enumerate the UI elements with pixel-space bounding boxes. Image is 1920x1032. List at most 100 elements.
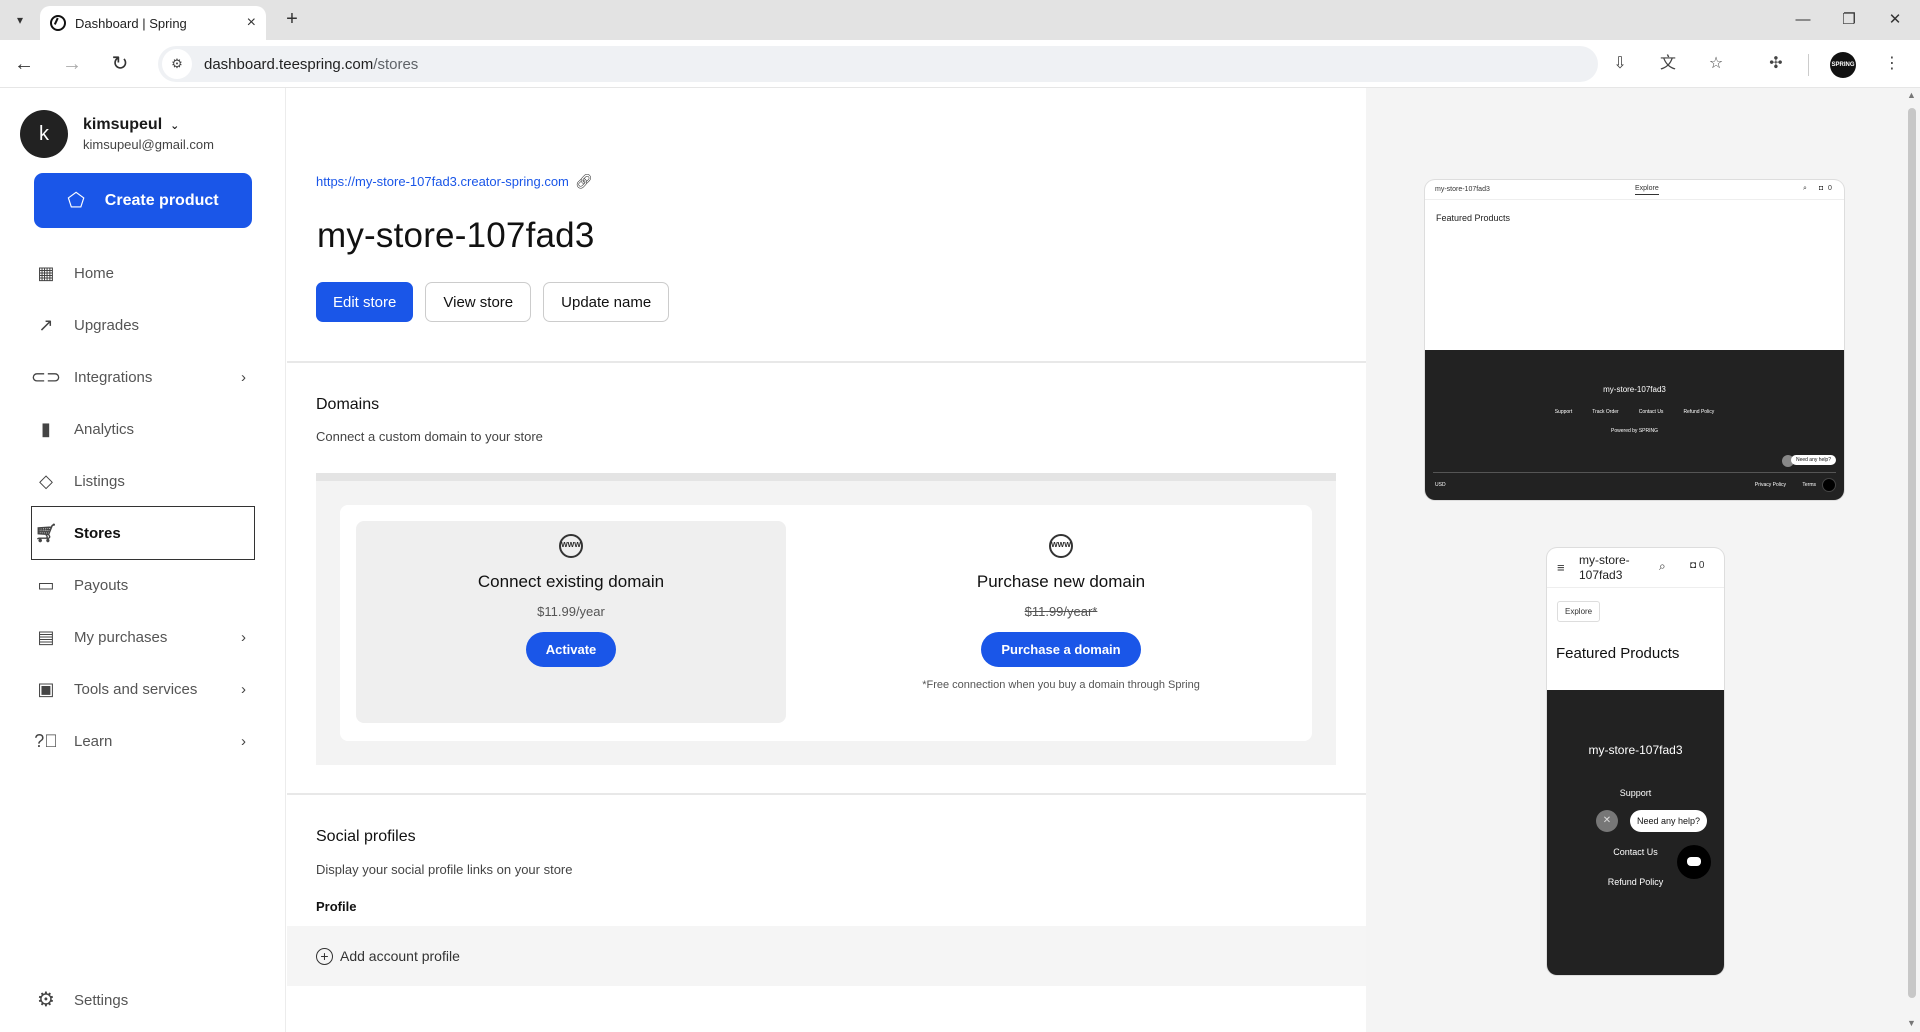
address-bar[interactable]: ⚙ dashboard.teespring.com/stores	[158, 46, 1598, 82]
user-email: kimsupeul@gmail.com	[83, 137, 214, 152]
scroll-down-icon[interactable]: ▼	[1907, 1018, 1916, 1028]
scroll-up-icon[interactable]: ▲	[1907, 90, 1916, 100]
url-path: /stores	[373, 55, 419, 73]
cart-count: 0	[1698, 560, 1705, 571]
restore-icon[interactable]: ❐	[1826, 6, 1872, 34]
social-profiles-title: Social profiles	[316, 828, 416, 845]
tag-icon: ◇	[39, 470, 53, 491]
sidebar: k kimsupeul ⌄ kimsupeul@gmail.com ⬠ Creat…	[0, 88, 286, 1032]
chat-icon	[1677, 845, 1711, 879]
sidebar-item-learn[interactable]: ?⃝ Learn ›	[32, 715, 254, 767]
update-name-button[interactable]: Update name	[543, 282, 670, 322]
browser-profile-avatar[interactable]: SPRING	[1830, 52, 1856, 78]
help-circle-icon: ?⃝	[34, 730, 58, 751]
profile-column-header: Profile	[316, 899, 357, 914]
avatar: k	[20, 110, 68, 158]
briefcase-icon: ▣	[37, 678, 55, 699]
create-product-label: Create product	[104, 191, 219, 209]
sidebar-item-label: Analytics	[74, 420, 135, 438]
chevron-down-icon: ⌄	[170, 119, 180, 132]
page-title: my-store-107fad3	[317, 216, 595, 255]
close-tab-icon[interactable]: ×	[247, 14, 256, 32]
activate-button[interactable]: Activate	[525, 632, 617, 667]
edit-store-button[interactable]: Edit store	[316, 282, 414, 322]
page-scrollbar[interactable]: ▲ ▼	[1904, 88, 1920, 1032]
hamburger-menu-icon: ≡	[1557, 560, 1565, 575]
sidebar-item-analytics[interactable]: ▮ Analytics	[32, 403, 254, 455]
sidebar-item-upgrades[interactable]: ↗ Upgrades	[32, 299, 254, 351]
www-globe-icon: WWW	[559, 534, 583, 558]
link-icon[interactable]: 🔗︎	[575, 173, 593, 190]
forward-icon[interactable]: →	[58, 50, 86, 78]
powered-by-text: Powered by	[1611, 428, 1638, 434]
tab-title: Dashboard | Spring	[75, 15, 187, 31]
mobile-footer-support: Support	[1619, 788, 1652, 798]
scrollbar-thumb[interactable]	[1908, 108, 1916, 998]
preview-footer-link: Contact Us	[1638, 409, 1664, 415]
search-icon: ⌕	[1803, 185, 1807, 192]
close-icon: ✕	[1596, 810, 1618, 832]
account-switcher[interactable]: k kimsupeul ⌄ kimsupeul@gmail.com	[20, 110, 214, 158]
reload-icon[interactable]: ↻	[106, 50, 134, 78]
new-tab-icon[interactable]: +	[280, 8, 304, 32]
preview-footer-link: Support	[1554, 409, 1573, 415]
tab-search-icon[interactable]: ▾	[8, 8, 32, 32]
add-account-profile-button[interactable]: + Add account profile	[287, 926, 1366, 986]
purchase-domain-card: WWW Purchase new domain $11.99/year* Pur…	[846, 521, 1276, 723]
mobile-preview-featured-title: Featured Products	[1556, 645, 1680, 662]
back-icon[interactable]: ←	[10, 50, 38, 78]
store-actions: Edit store View store Update name	[316, 282, 681, 322]
username: kimsupeul ⌄	[83, 116, 214, 134]
store-url-link[interactable]: https://my-store-107fad3.creator-spring.…	[316, 173, 593, 190]
sidebar-item-listings[interactable]: ◇ Listings	[32, 455, 254, 507]
mobile-preview-explore: Explore	[1557, 601, 1601, 622]
add-account-profile-label: Add account profile	[340, 948, 460, 964]
spring-favicon-icon	[50, 15, 66, 31]
chevron-right-icon: ›	[241, 732, 246, 750]
desktop-preview[interactable]: my-store-107fad3 Explore ⌕ ◘ 0 Featured …	[1425, 180, 1844, 500]
preview-currency: USD	[1435, 482, 1446, 488]
domains-options: WWW Connect existing domain $11.99/year …	[340, 505, 1312, 741]
minimize-icon[interactable]: —	[1780, 6, 1826, 34]
sidebar-nav: ▦ Home ↗ Upgrades ⊂⊃ Integrations › ▮ An…	[31, 247, 255, 767]
sidebar-item-my-purchases[interactable]: ▤ My purchases ›	[32, 611, 254, 663]
sidebar-item-label: Listings	[74, 472, 125, 490]
mobile-preview[interactable]: ≡ my-store-107fad3 ⌕ ◘ 0 Explore Feature…	[1547, 548, 1724, 975]
cart-count: 0	[1828, 185, 1832, 192]
preview-footer-store-name: my-store-107fad3	[1603, 385, 1666, 394]
sidebar-item-label: Integrations	[74, 368, 153, 386]
sidebar-item-label: Learn	[74, 732, 113, 750]
sidebar-item-settings[interactable]: ⚙ Settings	[34, 988, 128, 1012]
sidebar-item-tools-and-services[interactable]: ▣ Tools and services ›	[32, 663, 254, 715]
social-profiles-subtitle: Display your social profile links on you…	[316, 862, 573, 877]
bookmark-star-icon[interactable]: ☆	[1704, 52, 1728, 76]
domains-panel: WWW Connect existing domain $11.99/year …	[316, 473, 1336, 765]
bag-icon: ◘	[1819, 185, 1824, 192]
translate-icon[interactable]: 文	[1656, 52, 1680, 76]
browser-menu-icon[interactable]: ⋮	[1880, 52, 1904, 76]
install-app-icon[interactable]: ⇩	[1608, 52, 1632, 76]
chevron-right-icon: ›	[241, 628, 246, 646]
site-info-icon[interactable]: ⚙	[162, 49, 192, 79]
browser-toolbar: ← → ↻ ⚙ dashboard.teespring.com/stores ⇩…	[0, 40, 1920, 88]
sidebar-item-label: Upgrades	[74, 316, 140, 334]
purchase-domain-button[interactable]: Purchase a domain	[981, 632, 1141, 667]
close-window-icon[interactable]: ✕	[1872, 6, 1918, 34]
preview-footer: my-store-107fad3 Support Track Order Con…	[1425, 350, 1844, 500]
create-product-button[interactable]: ⬠ Create product	[34, 173, 252, 228]
sidebar-item-stores[interactable]: 🛒︎ Stores	[31, 506, 255, 560]
browser-tab[interactable]: Dashboard | Spring ×	[40, 6, 266, 40]
sidebar-item-payouts[interactable]: ▭ Payouts	[32, 559, 254, 611]
purchase-domain-note: *Free connection when you buy a domain t…	[922, 679, 1200, 691]
preview-privacy-link: Privacy Policy	[1754, 482, 1786, 488]
extensions-icon[interactable]: ✣	[1764, 52, 1788, 76]
trending-up-icon: ↗	[38, 314, 54, 335]
purchase-domain-price: $11.99/year*	[1024, 604, 1098, 619]
preview-footer-link: Refund Policy	[1683, 409, 1715, 415]
layout-icon: ▦	[37, 262, 55, 283]
store-preview-panel: my-store-107fad3 Explore ⌕ ◘ 0 Featured …	[1366, 88, 1904, 1032]
browser-tab-bar: ▾ Dashboard | Spring × + — ❐ ✕	[0, 0, 1920, 40]
sidebar-item-integrations[interactable]: ⊂⊃ Integrations ›	[31, 351, 254, 403]
view-store-button[interactable]: View store	[425, 282, 532, 322]
sidebar-item-home[interactable]: ▦ Home	[32, 247, 254, 299]
